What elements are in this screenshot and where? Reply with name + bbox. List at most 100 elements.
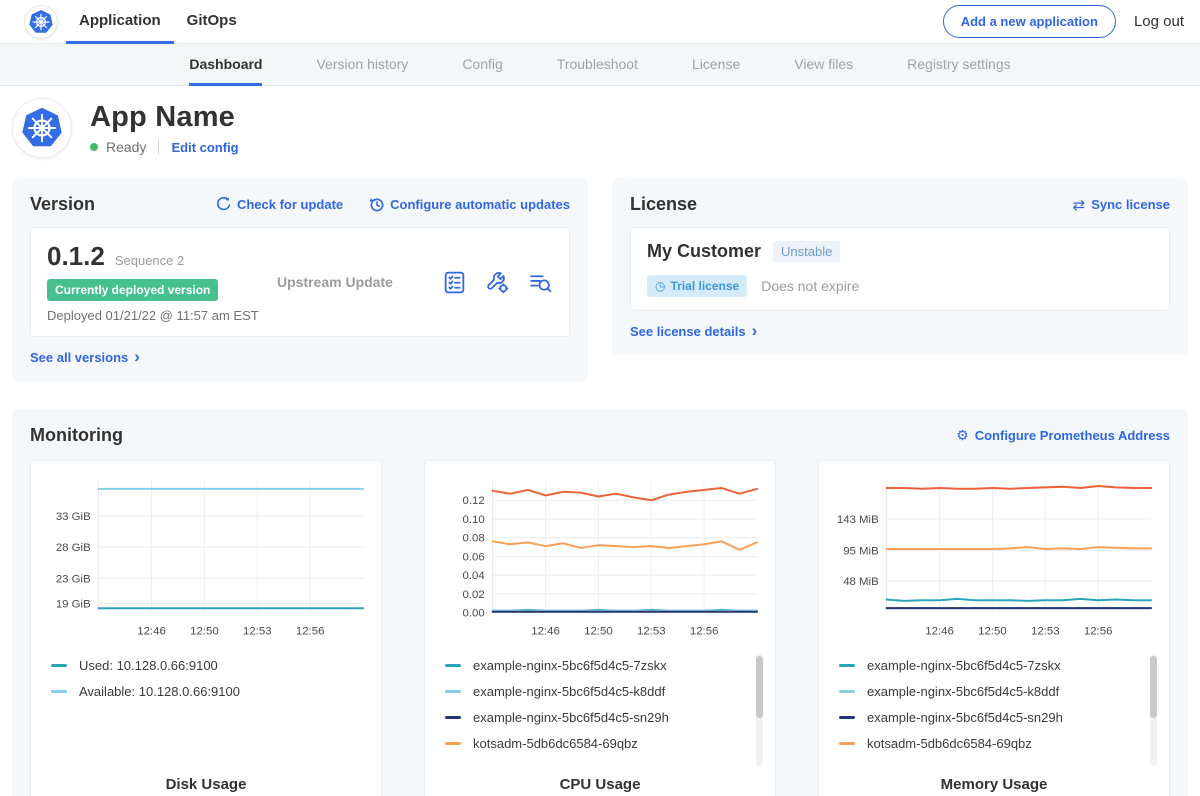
series-label: example-nginx-5bc6f5d4c5-sn29h — [473, 710, 669, 725]
add-new-application-button[interactable]: Add a new application — [943, 5, 1116, 38]
svg-text:0.00: 0.00 — [463, 608, 485, 620]
legend-item: example-nginx-5bc6f5d4c5-sn29h — [445, 710, 763, 725]
gear-icon: ⚙ — [956, 428, 969, 444]
legend-item: Used: 10.128.0.66:9100 — [51, 658, 369, 673]
check-for-update-link[interactable]: Check for update — [216, 197, 343, 212]
svg-text:0.04: 0.04 — [463, 570, 486, 582]
svg-text:12:50: 12:50 — [978, 626, 1007, 638]
svg-text:12:46: 12:46 — [925, 626, 954, 638]
sync-license-label: Sync license — [1091, 197, 1170, 212]
refresh-icon — [216, 197, 231, 212]
configure-automatic-updates-link[interactable]: Configure automatic updates — [369, 197, 570, 212]
series-swatch — [839, 664, 855, 667]
subnav-tab-version-history[interactable]: Version history — [316, 44, 408, 86]
subnav-tab-dashboard[interactable]: Dashboard — [189, 44, 262, 86]
chevron-right-icon: › — [752, 326, 758, 336]
topnav-right: Add a new application Log out — [943, 5, 1200, 38]
subnav-tab-troubleshoot[interactable]: Troubleshoot — [557, 44, 638, 86]
series-label: example-nginx-5bc6f5d4c5-7zskx — [473, 658, 667, 673]
svg-text:12:56: 12:56 — [690, 626, 719, 638]
stopwatch-icon: ◷ — [655, 279, 665, 293]
series-label: example-nginx-5bc6f5d4c5-k8ddf — [473, 684, 665, 699]
cpu-usage-chart-card: 0.000.020.040.060.080.100.1212:4612:5012… — [424, 460, 776, 796]
series-swatch — [445, 742, 461, 745]
app-icon — [12, 98, 72, 158]
chart-title: Disk Usage — [43, 776, 369, 793]
current-version-panel: 0.1.2 Sequence 2 Currently deployed vers… — [30, 227, 570, 337]
logout-link[interactable]: Log out — [1134, 13, 1184, 30]
subnav-tab-license[interactable]: License — [692, 44, 740, 86]
top-nav: Application GitOps Add a new application… — [0, 0, 1200, 44]
version-source-label: Upstream Update — [277, 274, 393, 290]
series-label: example-nginx-5bc6f5d4c5-sn29h — [867, 710, 1063, 725]
license-panel: My Customer Unstable ◷ Trial license Doe… — [630, 227, 1170, 311]
see-all-versions-link[interactable]: See all versions › — [30, 350, 140, 365]
series-label: kotsadm-5db6dc6584-69qbz — [473, 736, 638, 751]
divider — [158, 140, 159, 154]
configure-automatic-updates-label: Configure automatic updates — [390, 197, 570, 212]
deploy-logs-icon[interactable] — [528, 270, 553, 295]
topnav-tab-gitops[interactable]: GitOps — [174, 0, 250, 44]
charts-row: 19 GiB23 GiB28 GiB33 GiB12:4612:5012:531… — [30, 460, 1170, 796]
svg-text:12:53: 12:53 — [243, 626, 272, 638]
series-label: Used: 10.128.0.66:9100 — [79, 658, 218, 673]
trial-license-label: Trial license — [670, 279, 739, 293]
clock-refresh-icon — [369, 197, 384, 212]
legend-scrollbar-track — [756, 654, 763, 766]
svg-text:28 GiB: 28 GiB — [56, 542, 91, 554]
series-label: example-nginx-5bc6f5d4c5-k8ddf — [867, 684, 1059, 699]
series-swatch — [445, 716, 461, 719]
cards-row: Version Check for update Configure au — [0, 170, 1200, 381]
deployed-timestamp: Deployed 01/21/22 @ 11:57 am EST — [47, 308, 277, 323]
kubernetes-app-icon — [20, 106, 64, 150]
version-number: 0.1.2 — [47, 241, 105, 272]
configure-prometheus-link[interactable]: ⚙ Configure Prometheus Address — [956, 428, 1170, 444]
svg-text:0.12: 0.12 — [463, 495, 485, 507]
legend-item: Available: 10.128.0.66:9100 — [51, 684, 369, 699]
sequence-label: Sequence 2 — [115, 253, 184, 268]
legend-item: example-nginx-5bc6f5d4c5-sn29h — [839, 710, 1157, 725]
svg-text:12:46: 12:46 — [137, 626, 166, 638]
monitoring-title: Monitoring — [30, 425, 123, 446]
legend-item: example-nginx-5bc6f5d4c5-7zskx — [445, 658, 763, 673]
cpu-usage-plot: 0.000.020.040.060.080.100.1212:4612:5012… — [437, 471, 763, 648]
disk-usage-plot: 19 GiB23 GiB28 GiB33 GiB12:4612:5012:531… — [43, 471, 369, 648]
memory-usage-legend: example-nginx-5bc6f5d4c5-7zskx example-ng… — [831, 652, 1157, 770]
see-license-details-link[interactable]: See license details › — [630, 324, 757, 339]
legend-scrollbar-thumb[interactable] — [756, 656, 763, 718]
svg-text:95 MiB: 95 MiB — [843, 545, 879, 557]
svg-text:0.02: 0.02 — [463, 589, 485, 601]
cpu-usage-legend: example-nginx-5bc6f5d4c5-7zskx example-ng… — [437, 652, 763, 770]
currently-deployed-badge: Currently deployed version — [47, 279, 218, 301]
svg-text:143 MiB: 143 MiB — [837, 514, 879, 526]
memory-usage-chart-card: 48 MiB95 MiB143 MiB12:4612:5012:5312:56 … — [818, 460, 1170, 796]
series-swatch — [445, 664, 461, 667]
see-license-details-label: See license details — [630, 324, 746, 339]
channel-badge: Unstable — [773, 241, 840, 262]
disk-usage-legend: Used: 10.128.0.66:9100 Available: 10.128.… — [43, 652, 369, 770]
subnav-tab-config[interactable]: Config — [462, 44, 502, 86]
series-label: example-nginx-5bc6f5d4c5-7zskx — [867, 658, 1061, 673]
see-all-versions-label: See all versions — [30, 350, 128, 365]
svg-text:19 GiB: 19 GiB — [56, 598, 91, 610]
sync-license-link[interactable]: ⇄ Sync license — [1073, 196, 1170, 214]
edit-config-link[interactable]: Edit config — [171, 140, 238, 155]
status-dot — [90, 143, 98, 151]
license-card: License ⇄ Sync license My Customer Unsta… — [612, 178, 1188, 355]
configure-prometheus-label: Configure Prometheus Address — [975, 428, 1170, 443]
series-swatch — [839, 690, 855, 693]
sync-arrows-icon: ⇄ — [1073, 196, 1086, 214]
check-for-update-label: Check for update — [237, 197, 343, 212]
subnav-tab-registry-settings[interactable]: Registry settings — [907, 44, 1010, 86]
svg-text:0.06: 0.06 — [463, 551, 485, 563]
memory-usage-plot: 48 MiB95 MiB143 MiB12:4612:5012:5312:56 — [831, 471, 1157, 648]
topnav-tab-application[interactable]: Application — [66, 0, 174, 44]
preflight-checks-icon[interactable] — [442, 270, 467, 295]
svg-text:12:50: 12:50 — [584, 626, 613, 638]
config-wrench-icon[interactable] — [485, 270, 510, 295]
app-sub-nav: Dashboard Version history Config Trouble… — [0, 44, 1200, 86]
subnav-tab-view-files[interactable]: View files — [794, 44, 853, 86]
legend-scrollbar-thumb[interactable] — [1150, 656, 1157, 718]
kubernetes-logo-icon — [28, 9, 54, 35]
kubernetes-logo[interactable] — [24, 5, 58, 39]
